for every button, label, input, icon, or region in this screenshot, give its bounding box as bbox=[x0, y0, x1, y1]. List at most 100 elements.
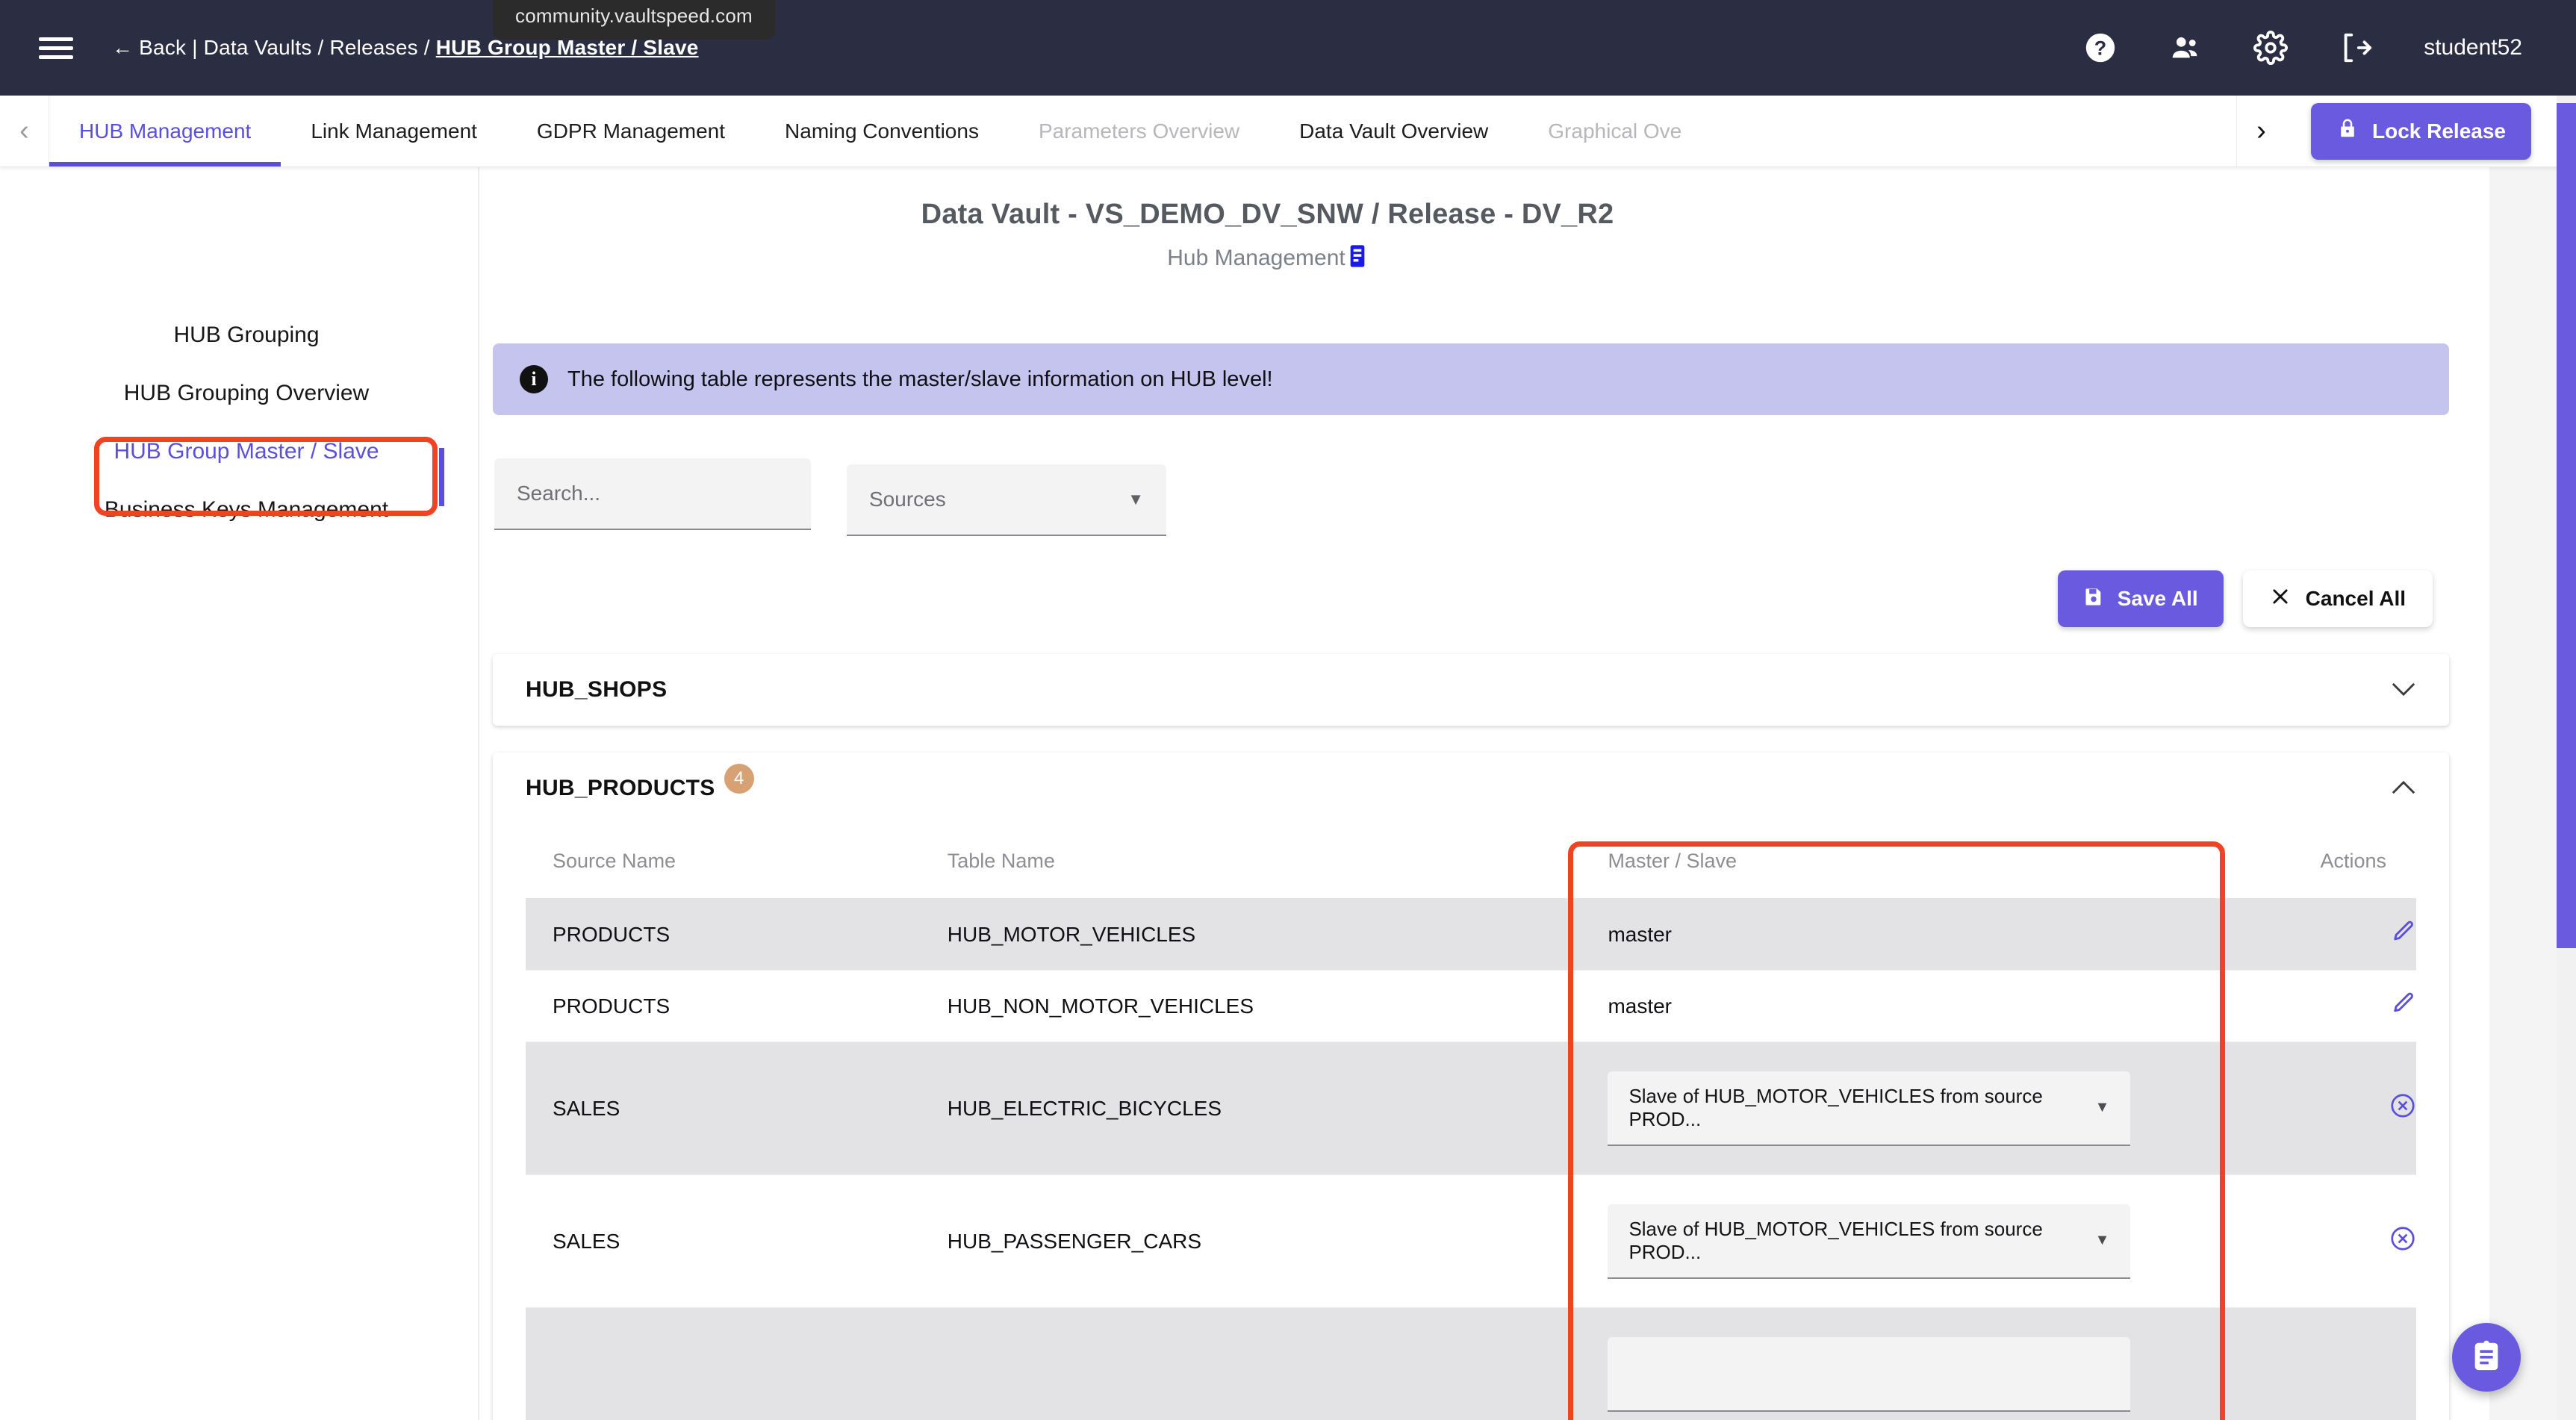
tab-data-vault-overview[interactable]: Data Vault Overview bbox=[1269, 96, 1518, 166]
remove-icon[interactable] bbox=[2389, 1225, 2416, 1252]
edit-icon[interactable] bbox=[2391, 919, 2416, 944]
save-all-label: Save All bbox=[2117, 587, 2198, 610]
master-slave-table-wrap: Source Name Table Name Master / Slave Ac… bbox=[493, 824, 2449, 1420]
cell-master-slave: Slave of HUB_MOTOR_VEHICLES from source … bbox=[1581, 1041, 2242, 1175]
left-sidebar: HUB Grouping HUB Grouping Overview HUB G… bbox=[0, 306, 493, 539]
chevron-up-icon[interactable] bbox=[2391, 776, 2416, 801]
cell-source-name: PRODUCTS bbox=[526, 970, 921, 1042]
info-banner-text: The following table represents the maste… bbox=[567, 367, 1273, 391]
column-table-name: Table Name bbox=[920, 824, 1581, 899]
hamburger-icon[interactable] bbox=[39, 32, 73, 64]
accordion-hub-shops-header[interactable]: HUB_SHOPS bbox=[493, 654, 2449, 726]
tabs-scroll-right-icon[interactable]: › bbox=[2236, 96, 2286, 166]
master-slave-select-value: Slave of HUB_MOTOR_VEHICLES from source … bbox=[1628, 1084, 2043, 1130]
table-header-row: Source Name Table Name Master / Slave Ac… bbox=[526, 824, 2416, 899]
page-subtitle: Hub Management bbox=[1167, 246, 1345, 270]
info-icon: i bbox=[520, 365, 548, 393]
cell-actions bbox=[2241, 1307, 2416, 1420]
chevron-down-icon: ▼ bbox=[2094, 1099, 2110, 1115]
page-title: Data Vault - VS_DEMO_DV_SNW / Release - … bbox=[921, 199, 1614, 230]
tab-naming-conventions[interactable]: Naming Conventions bbox=[755, 96, 1009, 166]
table-row[interactable] bbox=[526, 1307, 2416, 1420]
master-slave-select[interactable]: Slave of HUB_MOTOR_VEHICLES from source … bbox=[1608, 1071, 2131, 1146]
page-subtitle-row: Hub Management bbox=[0, 244, 2535, 273]
cancel-all-label: Cancel All bbox=[2305, 587, 2406, 610]
remove-icon[interactable] bbox=[2389, 1092, 2416, 1119]
svg-text:?: ? bbox=[2094, 37, 2106, 60]
lock-release-label: Lock Release bbox=[2372, 119, 2506, 143]
sidebar-item-business-keys-management[interactable]: Business Keys Management bbox=[0, 481, 493, 539]
table-row[interactable]: PRODUCTS HUB_MOTOR_VEHICLES master bbox=[526, 898, 2416, 971]
cell-actions bbox=[2241, 970, 2416, 1042]
accordion-hub-products: HUB_PRODUCTS 4 Source Name Table Name Ma… bbox=[493, 753, 2449, 1420]
cell-actions bbox=[2241, 1174, 2416, 1308]
chevron-down-icon[interactable] bbox=[2391, 677, 2416, 703]
username-label[interactable]: student52 bbox=[2424, 35, 2522, 60]
master-slave-select-value: Slave of HUB_MOTOR_VEHICLES from source … bbox=[1628, 1217, 2043, 1263]
cancel-all-button[interactable]: Cancel All bbox=[2242, 570, 2433, 627]
cell-table-name: HUB_ELECTRIC_BICYCLES bbox=[920, 1041, 1581, 1175]
cell-source-name: SALES bbox=[526, 1041, 921, 1175]
sidebar-item-hub-grouping[interactable]: HUB Grouping bbox=[0, 306, 493, 364]
sidebar-item-hub-group-master-slave[interactable]: HUB Group Master / Slave bbox=[0, 423, 493, 481]
table-row[interactable]: PRODUCTS HUB_NON_MOTOR_VEHICLES master bbox=[526, 970, 2416, 1042]
cell-actions bbox=[2241, 898, 2416, 971]
tab-gdpr-management[interactable]: GDPR Management bbox=[507, 96, 755, 166]
cell-source-name: PRODUCTS bbox=[526, 898, 921, 971]
clipboard-icon bbox=[2469, 1339, 2504, 1377]
users-icon[interactable] bbox=[2168, 31, 2203, 65]
edit-icon[interactable] bbox=[2391, 991, 2416, 1016]
cell-master-slave: master bbox=[1581, 898, 2242, 971]
master-slave-select[interactable] bbox=[1608, 1336, 2131, 1412]
table-body: PRODUCTS HUB_MOTOR_VEHICLES master PRODU… bbox=[526, 898, 2416, 1420]
breadcrumb-path: Data Vaults / Releases / bbox=[197, 36, 436, 59]
column-actions: Actions bbox=[2241, 824, 2416, 899]
search-placeholder: Search... bbox=[517, 482, 601, 505]
search-input[interactable]: Search... bbox=[494, 458, 811, 530]
tab-graphical-overview[interactable]: Graphical Ove bbox=[1518, 96, 1711, 166]
filter-row: Search... Sources ▼ bbox=[493, 458, 2449, 536]
logout-icon[interactable] bbox=[2339, 31, 2373, 65]
sources-select-label: Sources bbox=[869, 488, 946, 511]
tab-list: HUB Management Link Management GDPR Mana… bbox=[49, 96, 2236, 166]
notes-fab-button[interactable] bbox=[2452, 1323, 2521, 1392]
tab-link-management[interactable]: Link Management bbox=[281, 96, 507, 166]
lock-icon bbox=[2336, 117, 2359, 145]
gear-icon[interactable] bbox=[2253, 31, 2289, 65]
help-icon[interactable]: ? bbox=[2083, 31, 2118, 65]
tabs-scroll-left-icon[interactable]: ‹ bbox=[0, 96, 49, 166]
back-link[interactable]: ← Back | bbox=[112, 36, 198, 59]
column-master-slave: Master / Slave bbox=[1581, 824, 2242, 899]
sidebar-item-hub-grouping-overview[interactable]: HUB Grouping Overview bbox=[0, 364, 493, 423]
sidebar-active-indicator bbox=[439, 448, 444, 506]
cell-table-name: HUB_NON_MOTOR_VEHICLES bbox=[920, 970, 1581, 1042]
cell-master-slave: master bbox=[1581, 970, 2242, 1042]
lock-release-button[interactable]: Lock Release bbox=[2311, 102, 2531, 160]
vertical-scrollbar-thumb[interactable] bbox=[2557, 103, 2576, 948]
app-root: community.vaultspeed.com ← Back | Data V… bbox=[0, 0, 2576, 1420]
close-icon bbox=[2270, 586, 2291, 612]
sources-select[interactable]: Sources ▼ bbox=[847, 464, 1166, 536]
tab-parameters-overview[interactable]: Parameters Overview bbox=[1009, 96, 1269, 166]
documentation-icon[interactable] bbox=[1347, 244, 1368, 273]
master-slave-table: Source Name Table Name Master / Slave Ac… bbox=[526, 824, 2416, 1420]
cell-table-name: HUB_MOTOR_VEHICLES bbox=[920, 898, 1581, 971]
main-content: i The following table represents the mas… bbox=[493, 343, 2449, 1420]
info-banner: i The following table represents the mas… bbox=[493, 343, 2449, 415]
cell-actions bbox=[2241, 1041, 2416, 1175]
cell-table-name bbox=[920, 1307, 1581, 1420]
table-row[interactable]: SALES HUB_PASSENGER_CARS Slave of HUB_MO… bbox=[526, 1174, 2416, 1308]
accordion-hub-shops-title: HUB_SHOPS bbox=[526, 677, 668, 702]
chevron-down-icon: ▼ bbox=[1127, 490, 1144, 508]
content-left-divider bbox=[478, 167, 479, 1420]
accordion-hub-products-title: HUB_PRODUCTS bbox=[526, 776, 715, 800]
accordion-hub-products-header[interactable]: HUB_PRODUCTS 4 bbox=[493, 753, 2449, 824]
page-right-gutter bbox=[2489, 96, 2557, 1420]
column-source-name: Source Name bbox=[526, 824, 921, 899]
tab-hub-management[interactable]: HUB Management bbox=[49, 96, 281, 166]
master-slave-select[interactable]: Slave of HUB_MOTOR_VEHICLES from source … bbox=[1608, 1203, 2131, 1279]
table-row[interactable]: SALES HUB_ELECTRIC_BICYCLES Slave of HUB… bbox=[526, 1041, 2416, 1175]
save-all-button[interactable]: Save All bbox=[2057, 570, 2224, 627]
accordion-hub-products-badge: 4 bbox=[724, 764, 754, 794]
tab-strip: ‹ HUB Management Link Management GDPR Ma… bbox=[0, 96, 2576, 167]
